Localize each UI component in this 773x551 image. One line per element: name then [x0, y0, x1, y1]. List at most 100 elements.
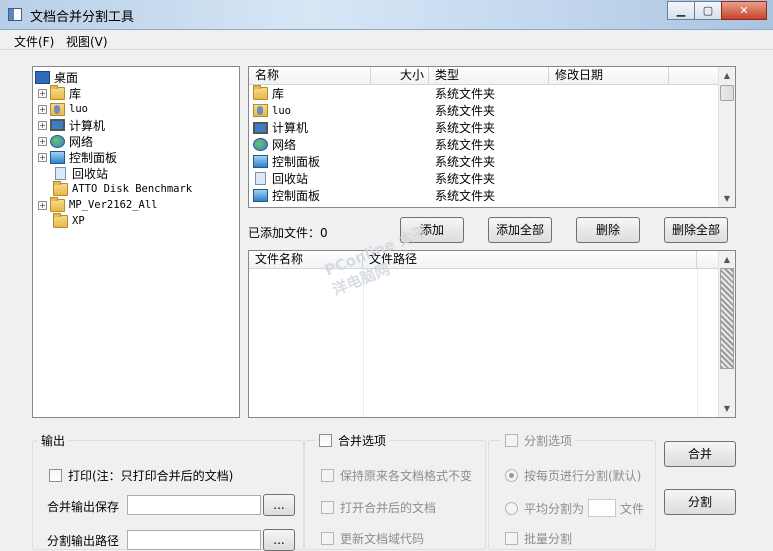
file-row[interactable]: 控制面板 系统文件夹 [249, 187, 719, 204]
menu-file[interactable]: 文件(F) [14, 33, 54, 50]
tree-item-label: 计算机 [69, 118, 106, 133]
split-button[interactable]: 分割 [664, 489, 736, 515]
file-row[interactable]: luo 系统文件夹 [249, 102, 719, 119]
desktop-icon [35, 70, 50, 84]
scroll-up-arrow-icon[interactable]: ▲ [719, 67, 735, 84]
tree-expander[interactable]: + [38, 104, 47, 114]
scroll-down-arrow-icon[interactable]: ▼ [719, 190, 735, 207]
column-header-date[interactable]: 修改日期 [549, 67, 669, 85]
scroll-track-hatched[interactable] [720, 268, 734, 369]
split-browse-button[interactable]: ... [263, 529, 295, 551]
print-checkbox[interactable] [49, 469, 62, 482]
file-row[interactable]: 库 系统文件夹 [249, 85, 719, 102]
file-type: 系统文件夹 [435, 104, 496, 118]
keep-format-label: 保持原来各文档格式不变 [340, 469, 473, 483]
keep-format-checkbox [321, 469, 334, 482]
added-count: 已添加文件：0 [248, 226, 328, 240]
update-field-option: 更新文档域代码 [321, 530, 424, 547]
split-options-title: 分割选项 [501, 432, 577, 449]
column-header-type[interactable]: 类型 [429, 67, 549, 85]
batch-split-option: 批量分割 [505, 530, 572, 547]
tree-item-control-panel[interactable]: + 控制面板 [38, 149, 117, 165]
control-panel-icon [253, 155, 268, 168]
maximize-button[interactable]: ▢ [694, 1, 722, 20]
tree-item-recycle-bin[interactable]: 回收站 [53, 165, 108, 181]
tree-item-label: 库 [69, 86, 82, 101]
control-panel-icon [50, 150, 65, 164]
folder-icon [53, 212, 68, 228]
window-controls: ▁ ▢ ✕ [667, 1, 767, 20]
tree-item-label: 控制面板 [69, 150, 118, 165]
tree-item-mp[interactable]: + MP_Ver2162_All [38, 196, 158, 213]
library-folder-icon [50, 84, 65, 100]
output-group-title: 输出 [37, 432, 70, 449]
scroll-up-arrow-icon[interactable]: ▲ [719, 251, 735, 268]
column-header-empty [669, 67, 719, 85]
split-path-input[interactable] [127, 530, 261, 550]
computer-icon [50, 119, 65, 131]
open-after-option: 打开合并后的文档 [321, 499, 436, 516]
tree-expander[interactable]: + [38, 88, 47, 98]
tree-item-library[interactable]: + 库 [38, 84, 82, 101]
tree-expander[interactable]: + [38, 152, 47, 162]
tree-item-network[interactable]: + 网络 [38, 133, 93, 149]
tree-item-luo[interactable]: + luo [38, 101, 88, 117]
tree-expander[interactable]: + [38, 200, 47, 210]
scroll-down-arrow-icon[interactable]: ▼ [719, 400, 735, 417]
file-row[interactable]: 网络 系统文件夹 [249, 136, 719, 153]
tree-item-computer[interactable]: + 计算机 [38, 117, 105, 133]
delete-all-button[interactable]: 删除全部 [664, 217, 728, 243]
added-list-scrollbar[interactable]: ▲ ▼ [718, 251, 735, 417]
tree-item-desktop[interactable]: 桌面 [35, 69, 78, 85]
folder-icon [53, 180, 68, 196]
by-page-label: 按每页进行分割(默认) [524, 469, 642, 483]
tree-item-label: 网络 [69, 134, 94, 149]
add-all-button[interactable]: 添加全部 [488, 217, 552, 243]
file-name: 网络 [272, 138, 297, 152]
file-row[interactable]: 回收站 系统文件夹 [249, 170, 719, 187]
added-files-list[interactable]: 文件名称 文件路径 ▲ ▼ [248, 250, 736, 418]
user-folder-icon [253, 104, 268, 117]
file-row[interactable]: 控制面板 系统文件夹 [249, 153, 719, 170]
average-split-label: 平均分割为 [524, 501, 585, 516]
tree-item-xp[interactable]: XP [53, 212, 85, 229]
update-field-checkbox [321, 532, 334, 545]
scroll-thumb[interactable] [720, 85, 734, 101]
merge-path-input[interactable] [127, 495, 261, 515]
column-header-size[interactable]: 大小 [371, 67, 429, 85]
file-row[interactable]: 计算机 系统文件夹 [249, 119, 719, 136]
close-button[interactable]: ✕ [721, 1, 767, 20]
file-list-scrollbar[interactable]: ▲ ▼ [718, 67, 735, 207]
menu-view[interactable]: 视图(V) [66, 33, 108, 50]
print-option[interactable]: 打印(注：只打印合并后的文档) [49, 467, 233, 484]
folder-tree[interactable]: 桌面 + 库 + luo + 计算机 + 网络 + 控制面板 回收站 ATTO … [32, 66, 240, 418]
tree-expander[interactable]: + [38, 136, 47, 146]
library-folder-icon [253, 85, 268, 100]
average-split-radio [505, 501, 518, 515]
tree-expander[interactable]: + [38, 120, 47, 130]
merge-options-group: 合并选项 保持原来各文档格式不变 打开合并后的文档 更新文档域代码 [304, 432, 486, 550]
tree-item-atto[interactable]: ATTO Disk Benchmark [53, 180, 193, 197]
merge-button[interactable]: 合并 [664, 441, 736, 467]
tree-item-label: 回收站 [72, 166, 109, 181]
delete-button[interactable]: 删除 [576, 217, 640, 243]
user-folder-icon [50, 102, 65, 116]
file-name: 回收站 [272, 172, 309, 186]
file-type: 系统文件夹 [435, 172, 496, 186]
split-path-label: 分割输出路径 [47, 534, 120, 548]
column-header-name[interactable]: 名称 [249, 67, 371, 85]
merge-browse-button[interactable]: ... [263, 494, 295, 516]
control-panel-icon [253, 189, 268, 202]
file-list[interactable]: 名称 大小 类型 修改日期 库 系统文件夹 luo 系统文件夹 计算机 系统文件… [248, 66, 736, 208]
merge-options-checkbox[interactable] [319, 434, 332, 447]
split-options-label: 分割选项 [524, 434, 573, 448]
merge-options-title[interactable]: 合并选项 [315, 432, 391, 449]
file-name: 控制面板 [272, 155, 321, 169]
menu-bar: 文件(F) 视图(V) [0, 30, 773, 50]
average-split-suffix: 文件 [620, 501, 645, 516]
keep-format-option: 保持原来各文档格式不变 [321, 467, 472, 484]
tree-item-label: ATTO Disk Benchmark [72, 183, 193, 195]
merge-path-label: 合并输出保存 [47, 500, 120, 514]
minimize-button[interactable]: ▁ [667, 1, 695, 20]
average-split-option: 平均分割为 文件 [505, 499, 644, 517]
